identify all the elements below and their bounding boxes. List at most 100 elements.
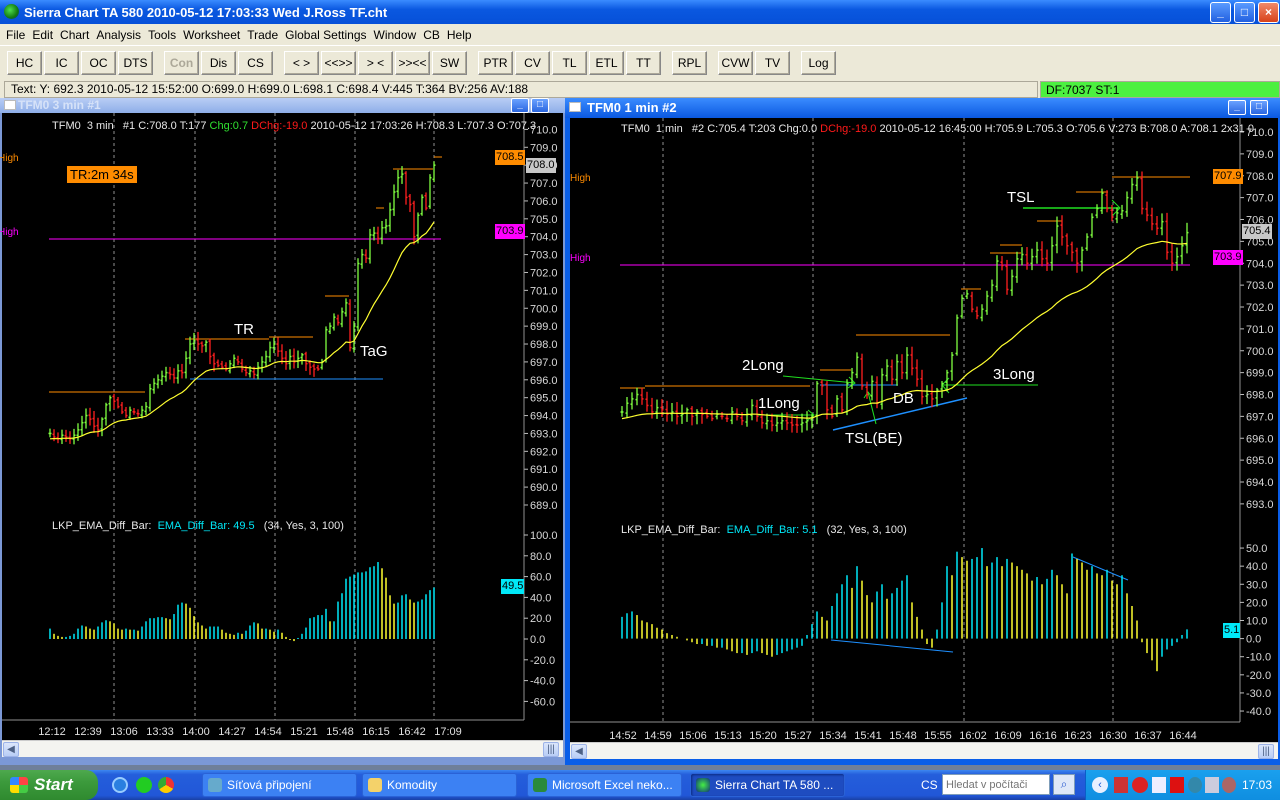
price-bar [356, 258, 360, 332]
chart1-header-ohlc: 2010-05-12 17:03:26 H:708.3 L:707.3 O:70… [307, 120, 537, 132]
price-bar [1105, 190, 1109, 213]
price-bar [112, 393, 116, 410]
oscillator-tick-label: 80.0 [530, 551, 551, 563]
price-bar [108, 395, 112, 412]
price-bar [1135, 171, 1139, 191]
quicklaunch-app-icon[interactable] [136, 777, 152, 793]
price-bar [72, 428, 76, 445]
price-bar [404, 171, 408, 205]
task-komodity[interactable]: Komodity [362, 773, 517, 797]
task-label: Síťová připojení [227, 778, 312, 792]
tray-app-icon[interactable] [1114, 777, 1128, 793]
tray-expand-chevron-icon[interactable]: ‹ [1092, 777, 1108, 793]
time-tick-label: 14:52 [609, 730, 637, 742]
price-bar [336, 314, 340, 326]
search-button-icon[interactable]: ⌕ [1053, 774, 1075, 795]
price-bar [264, 350, 268, 368]
time-tick-label: 12:39 [74, 726, 102, 738]
price-bar [1140, 171, 1144, 215]
price-bar [344, 298, 348, 317]
chart1-header-info: TFM0 3 min #1 C:708.0 T:177 [52, 120, 210, 132]
price-bar [975, 306, 979, 320]
price-bar [100, 417, 104, 437]
price-bar [1030, 248, 1034, 271]
annotation-3long: 3Long [993, 366, 1035, 383]
price-bar [312, 363, 316, 377]
price-tick-label: 709.0 [530, 142, 558, 154]
tray-app-icon[interactable] [1188, 777, 1202, 793]
oscillator-tick-label: -60.0 [530, 696, 555, 708]
price-bar [408, 194, 412, 213]
price-bar [232, 354, 236, 369]
price-bar [260, 356, 264, 373]
price-bar [172, 368, 176, 384]
time-tick-label: 14:27 [218, 726, 246, 738]
price-bar [144, 402, 148, 415]
desktop-search-input[interactable] [942, 774, 1050, 795]
tray-app-icon[interactable] [1222, 777, 1236, 793]
current-price-label: 705.4 [1242, 224, 1272, 239]
price-bar [300, 352, 304, 365]
price-bar [160, 370, 164, 385]
time-tick-label: 14:59 [644, 730, 672, 742]
price-bar [905, 347, 909, 380]
price-bar [885, 359, 889, 382]
price-bar [132, 407, 136, 415]
price-tick-label: 697.0 [530, 357, 558, 369]
price-bar [1130, 178, 1134, 204]
price-tick-label: 697.0 [1246, 411, 1274, 423]
price-bar [1085, 233, 1089, 251]
language-indicator[interactable]: CS [921, 778, 938, 792]
price-bar [180, 363, 184, 379]
osc-value-label: 5.1 [1223, 623, 1241, 638]
annotation-tsl: TSL [1007, 189, 1035, 206]
chart1-indicator-title: LKP_EMA_Diff_Bar: EMA_Diff_Bar: 49.5 (34… [52, 520, 344, 532]
price-bar [136, 409, 140, 417]
tray-app-icon[interactable] [1205, 777, 1219, 793]
time-tick-label: 17:09 [434, 726, 462, 738]
chart1-change: Chg:0.7 [209, 120, 249, 132]
price-bar [960, 294, 964, 319]
task-network-connections[interactable]: Síťová připojení [202, 773, 357, 797]
price-bar [56, 432, 60, 444]
time-tick-label: 15:48 [889, 730, 917, 742]
price-bar [204, 340, 208, 353]
oscillator-tick-label: -10.0 [1246, 652, 1271, 664]
price-tick-label: 695.0 [1246, 455, 1274, 467]
clock[interactable]: 17:03 [1242, 778, 1272, 792]
price-bar [1020, 247, 1024, 266]
right-annotation-lines [620, 176, 1190, 653]
price-bar [328, 322, 332, 335]
task-excel[interactable]: Microsoft Excel neko... [527, 773, 682, 797]
price-bar [236, 355, 240, 365]
folder-icon [368, 778, 382, 792]
annotation-2long: 2Long [742, 357, 784, 374]
price-bar [880, 368, 884, 410]
price-bar [412, 200, 416, 245]
oscillator-tick-label: 0.0 [530, 634, 545, 646]
price-bar [1185, 222, 1189, 254]
time-tick-label: 16:09 [994, 730, 1022, 742]
oscillator-tick-label: 10.0 [1246, 615, 1267, 627]
price-bar [1165, 212, 1169, 260]
chrome-icon[interactable] [158, 777, 174, 793]
price-bar [820, 379, 824, 396]
price-bar [1060, 215, 1064, 246]
price-tick-label: 701.0 [530, 285, 558, 297]
oscillator-tick-label: 40.0 [1246, 561, 1267, 573]
price-bar [220, 360, 224, 370]
chart2-header: TFM0 1 min #2 C:705.4 T:203 Chg:0.0 DChg… [621, 123, 1254, 135]
tray-app-icon[interactable] [1152, 777, 1166, 793]
price-tick-label: 703.0 [530, 250, 558, 262]
price-bar [348, 299, 352, 352]
tray-app-icon[interactable] [1132, 777, 1148, 793]
price-tick-label: 696.0 [1246, 433, 1274, 445]
start-button[interactable]: Start [0, 770, 98, 800]
high-label-magenta: High [570, 253, 591, 264]
task-sierra-chart[interactable]: Sierra Chart TA 580 ... [690, 773, 845, 797]
price-tick-label: 692.0 [530, 446, 558, 458]
price-bar [980, 304, 984, 322]
internet-explorer-icon[interactable] [112, 777, 128, 793]
tray-app-icon[interactable] [1170, 777, 1184, 793]
price-bar [715, 410, 719, 420]
